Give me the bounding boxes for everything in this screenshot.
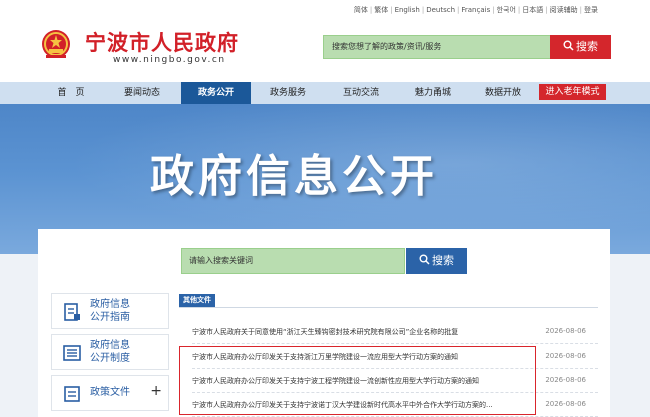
site-header: 简体 | 繁体 | English | Deutsch | Français | 한국어 | 日本語 | 阅…: [0, 0, 650, 82]
page: 简体 | 繁体 | English | Deutsch | Français | 한국어 | 日本語 | 阅…: [0, 0, 650, 417]
search-icon: [563, 40, 574, 51]
list-header: 其他文件: [179, 294, 598, 308]
lang-english-link[interactable]: English: [393, 6, 422, 14]
guide-icon: [64, 303, 80, 321]
language-bar: 简体 | 繁体 | English | Deutsch | Français | 한국어 | 日本語 | 阅…: [352, 5, 600, 15]
lang-japanese-link[interactable]: 日本語: [520, 5, 545, 15]
keyword-search-button[interactable]: 搜索: [406, 248, 467, 274]
keyword-search-input[interactable]: 请输入搜索关键词: [181, 248, 405, 274]
site-url: www.ningbo.gov.cn: [113, 55, 226, 65]
side-menu-guide-line1: 政府信息: [90, 299, 130, 310]
keyword-search-button-label: 搜索: [432, 254, 454, 267]
lang-korean-link[interactable]: 한국어: [495, 5, 518, 15]
site-search-button-label: 搜索: [576, 40, 598, 53]
site-search-input[interactable]: 搜索您想了解的政策/资讯/服务: [323, 35, 551, 59]
lang-traditional-link[interactable]: 繁体: [372, 5, 390, 15]
nav-item-interaction[interactable]: 互动交流: [325, 82, 397, 104]
list-item-date: 2026-08-06: [545, 352, 586, 360]
nav-item-city[interactable]: 魅力甬城: [397, 82, 469, 104]
nav-item-home[interactable]: 首 页: [38, 82, 104, 104]
lang-german-link[interactable]: Deutsch: [424, 6, 457, 14]
list-category-tag[interactable]: 其他文件: [179, 294, 215, 307]
side-menu-policy-label: 政策文件: [90, 387, 130, 398]
nav-item-gov-info[interactable]: 政务公开: [181, 82, 251, 104]
nav-item-news[interactable]: 要闻动态: [104, 82, 180, 104]
side-menu-policy[interactable]: 政策文件 +: [51, 375, 169, 411]
nav-item-gov-service[interactable]: 政务服务: [252, 82, 324, 104]
policy-icon: [64, 386, 80, 402]
side-menu-guide-line2: 公开指南: [90, 312, 130, 323]
list-item-date: 2026-08-06: [545, 400, 586, 408]
lang-simplified-link[interactable]: 简体: [352, 5, 370, 15]
list-item-date: 2026-08-06: [545, 376, 586, 384]
side-menu-guide[interactable]: 政府信息 公开指南: [51, 293, 169, 329]
list-item-title[interactable]: 宁波市人民政府关于同意使用“浙江天生臻钩密封技术研究院有限公司”企业名称的批复: [192, 327, 458, 337]
elder-mode-button[interactable]: 进入老年模式: [539, 84, 606, 100]
highlight-box: [179, 346, 536, 415]
site-title[interactable]: 宁波市人民政府: [85, 27, 239, 57]
national-emblem-icon: [42, 30, 70, 58]
banner-title: 政府信息公开: [150, 151, 438, 202]
nav-item-open-data[interactable]: 数据开放: [467, 82, 539, 104]
list-item-date: 2026-08-06: [545, 327, 586, 335]
search-icon: [419, 254, 430, 265]
side-menu-system-line1: 政府信息: [90, 340, 130, 351]
login-link[interactable]: 登录: [582, 5, 600, 15]
expand-plus-icon[interactable]: +: [150, 383, 162, 399]
side-menu-system[interactable]: 政府信息 公开制度: [51, 334, 169, 370]
reading-aid-link[interactable]: 阅读辅助: [548, 5, 580, 15]
side-menu-system-line2: 公开制度: [90, 353, 130, 364]
system-icon: [63, 345, 81, 361]
list-item[interactable]: 宁波市人民政府关于同意使用“浙江天生臻钩密封技术研究院有限公司”企业名称的批复 …: [192, 322, 598, 344]
site-search-button[interactable]: 搜索: [550, 35, 611, 59]
lang-french-link[interactable]: Français: [459, 6, 492, 14]
